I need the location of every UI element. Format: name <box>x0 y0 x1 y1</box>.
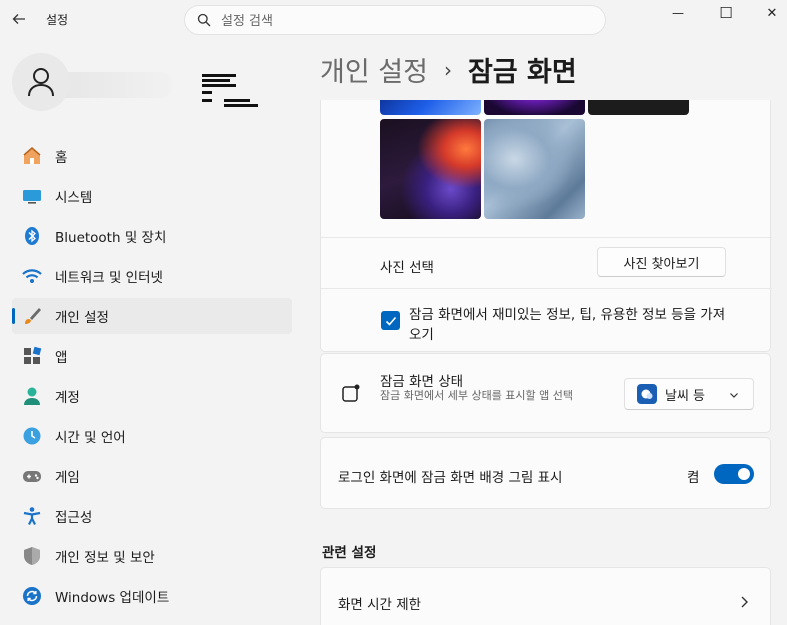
brush-icon <box>22 306 42 326</box>
close-icon: ✕ <box>766 5 778 21</box>
sidebar-item-label: Bluetooth 및 장치 <box>55 230 167 246</box>
network-icon <box>22 266 42 286</box>
weather-icon <box>637 384 657 404</box>
toggle-state-label: 켬 <box>687 470 700 486</box>
shield-icon <box>22 546 42 566</box>
sidebar-item-system[interactable]: 시스템 <box>12 178 292 214</box>
sidebar-item-personalization[interactable]: 개인 설정 <box>12 298 292 334</box>
chevron-right-icon <box>741 596 748 608</box>
sidebar-item-label: 계정 <box>55 390 80 406</box>
sidebar-item-label: 개인 정보 및 보안 <box>55 550 155 566</box>
sidebar-item-accounts[interactable]: 계정 <box>12 378 292 414</box>
sidebar-item-label: 개인 설정 <box>55 310 109 326</box>
lock-screen-status-card: 잠금 화면 상태 잠금 화면에서 세부 상태를 표시할 앱 선택 날씨 등 <box>320 353 771 433</box>
breadcrumb-parent[interactable]: 개인 설정 <box>320 50 428 89</box>
sidebar-item-label: 접근성 <box>55 510 93 526</box>
lock-screen-picture-card: 사진 선택 사진 찾아보기 잠금 화면에서 재미있는 정보, 팁, 유용한 정보… <box>320 100 772 352</box>
page-title: 잠금 화면 <box>467 57 577 88</box>
sidebar-nav: 홈 시스템 Bluetooth 및 장치 네트워크 및 인터넷 개인 설정 앱 … <box>12 138 292 618</box>
search-icon <box>197 13 211 27</box>
sidebar-item-apps[interactable]: 앱 <box>12 338 292 374</box>
choose-photo-label: 사진 선택 <box>380 260 434 276</box>
sidebar-item-bluetooth[interactable]: Bluetooth 및 장치 <box>12 218 292 254</box>
browse-photos-button[interactable]: 사진 찾아보기 <box>597 247 726 277</box>
dropdown-value: 날씨 등 <box>665 388 706 404</box>
divider <box>321 288 772 289</box>
bluetooth-icon <box>22 226 42 246</box>
sidebar-item-label: 게임 <box>55 470 80 486</box>
maximize-icon: ☐ <box>719 4 733 22</box>
system-icon <box>22 186 42 206</box>
avatar[interactable] <box>12 53 70 111</box>
wallpaper-thumbnail[interactable] <box>484 119 585 219</box>
sidebar-item-accessibility[interactable]: 접근성 <box>12 498 292 534</box>
sidebar-item-privacy[interactable]: 개인 정보 및 보안 <box>12 538 292 574</box>
search-box[interactable] <box>184 5 606 35</box>
sidebar-item-time-language[interactable]: 시간 및 언어 <box>12 418 292 454</box>
chevron-down-icon <box>730 393 738 398</box>
fun-facts-label[interactable]: 잠금 화면에서 재미있는 정보, 팁, 유용한 정보 등을 가져오기 <box>409 305 729 345</box>
status-app-dropdown[interactable]: 날씨 등 <box>624 378 754 410</box>
signin-background-label: 로그인 화면에 잠금 화면 배경 그림 표시 <box>338 470 563 486</box>
checkmark-icon <box>385 316 396 326</box>
status-subtitle: 잠금 화면에서 세부 상태를 표시할 앱 선택 <box>380 389 574 402</box>
sidebar-item-home[interactable]: 홈 <box>12 138 292 174</box>
back-arrow-icon <box>12 14 25 24</box>
apps-icon <box>22 346 42 366</box>
sidebar-item-label: 앱 <box>55 350 68 366</box>
sidebar-item-gaming[interactable]: 게임 <box>12 458 292 494</box>
wallpaper-thumbnail[interactable] <box>380 119 481 219</box>
back-button[interactable] <box>8 8 30 30</box>
minimize-button[interactable]: — <box>658 2 698 24</box>
update-icon <box>22 586 42 606</box>
breadcrumb: 개인 설정 › 잠금 화면 <box>320 50 577 89</box>
search-input[interactable] <box>221 11 581 31</box>
wallpaper-thumbnail[interactable] <box>380 100 481 115</box>
wallpaper-thumbnail[interactable] <box>484 100 585 115</box>
time-language-icon <box>22 426 42 446</box>
profile-email-redacted <box>202 74 258 108</box>
signin-background-card: 로그인 화면에 잠금 화면 배경 그림 표시 켬 <box>320 437 771 509</box>
title-bar: 설정 — ☐ ✕ <box>0 0 787 38</box>
status-icon <box>342 384 360 402</box>
main-content: 사진 선택 사진 찾아보기 잠금 화면에서 재미있는 정보, 팁, 유용한 정보… <box>320 100 772 625</box>
related-settings-title: 관련 설정 <box>322 545 377 561</box>
account-icon <box>22 386 42 406</box>
sidebar-item-label: 홈 <box>55 150 68 166</box>
sidebar-item-label: 시스템 <box>55 190 93 206</box>
minimize-icon: — <box>672 6 684 20</box>
accessibility-icon <box>22 506 42 526</box>
divider <box>321 237 772 238</box>
maximize-button[interactable]: ☐ <box>706 2 746 24</box>
fun-facts-checkbox[interactable] <box>381 311 400 330</box>
signin-background-toggle[interactable] <box>714 464 754 484</box>
sidebar-item-label: Windows 업데이트 <box>55 590 170 606</box>
gaming-icon <box>22 466 42 486</box>
status-title: 잠금 화면 상태 <box>380 374 464 390</box>
close-button[interactable]: ✕ <box>752 2 787 24</box>
wallpaper-thumbnail[interactable] <box>588 100 689 115</box>
breadcrumb-separator: › <box>443 57 452 82</box>
app-title: 설정 <box>46 13 69 27</box>
sidebar-item-windows-update[interactable]: Windows 업데이트 <box>12 578 292 614</box>
profile-name-redacted <box>54 72 172 98</box>
sidebar-item-label: 시간 및 언어 <box>55 430 126 446</box>
user-icon <box>28 68 54 97</box>
sidebar-item-label: 네트워크 및 인터넷 <box>55 270 163 286</box>
screen-timeout-label: 화면 시간 제한 <box>338 597 422 613</box>
sidebar-item-network[interactable]: 네트워크 및 인터넷 <box>12 258 292 294</box>
home-icon <box>22 146 42 166</box>
screen-timeout-link[interactable]: 화면 시간 제한 <box>320 567 771 625</box>
